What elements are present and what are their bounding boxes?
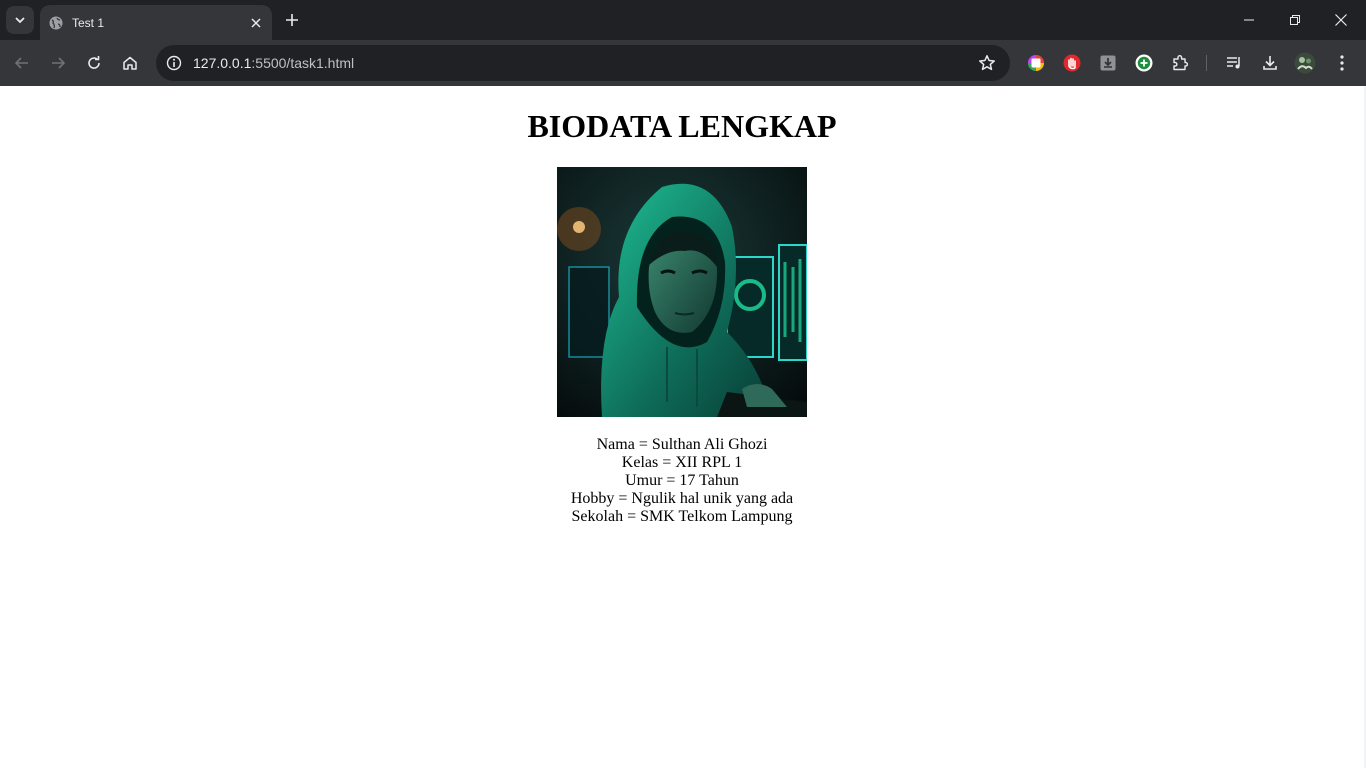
download-extension-icon <box>1100 55 1116 71</box>
browser-tab[interactable]: Test 1 <box>40 5 272 40</box>
biodata-list: Nama = Sulthan Ali Ghozi Kelas = XII RPL… <box>0 436 1364 526</box>
browser-menu-button[interactable] <box>1331 52 1353 74</box>
info-icon <box>166 55 182 71</box>
bio-kelas: Kelas = XII RPL 1 <box>621 454 743 471</box>
arrow-left-icon <box>14 57 28 69</box>
page-heading: BIODATA LENGKAP <box>527 108 837 144</box>
plus-circle-extension-icon <box>1135 54 1153 72</box>
bio-hobby: Hobby = Ngulik hal unik yang ada <box>570 490 794 507</box>
back-button[interactable] <box>7 48 37 78</box>
globe-icon <box>48 15 64 31</box>
profile-button[interactable] <box>1294 52 1316 74</box>
bio-nama: Nama = Sulthan Ali Ghozi <box>596 436 768 453</box>
home-icon <box>123 56 137 70</box>
close-window-button[interactable] <box>1318 0 1364 40</box>
site-info-button[interactable] <box>161 50 187 76</box>
minimize-button[interactable] <box>1226 0 1272 40</box>
arrow-right-icon <box>52 57 66 69</box>
tab-title: Test 1 <box>72 15 105 30</box>
download-icon <box>1263 56 1277 70</box>
plus-circle-extension-button[interactable] <box>1133 52 1155 74</box>
media-queue-icon <box>1227 57 1240 69</box>
url-host: 127.0.0.1 <box>193 55 252 71</box>
bio-umur: Umur = 17 Tahun <box>625 472 739 489</box>
close-icon <box>1335 14 1347 26</box>
minimize-icon <box>1244 19 1254 21</box>
page-content: BIODATA LENGKAP Nama = Sulthan Ali Ghozi… <box>0 86 1366 768</box>
forward-button[interactable] <box>43 48 73 78</box>
browser-toolbar: 127.0.0.1:5500/task1.html <box>0 40 1366 86</box>
stop-hand-extension-button[interactable] <box>1061 52 1083 74</box>
toolbar-separator <box>1206 55 1207 71</box>
download-extension-button[interactable] <box>1097 52 1119 74</box>
puzzle-extensions-icon <box>1173 55 1189 71</box>
reload-icon <box>88 56 100 69</box>
reload-button[interactable] <box>79 48 109 78</box>
plus-icon <box>286 14 298 26</box>
tab-search-button[interactable] <box>6 6 34 34</box>
stop-hand-extension-icon <box>1063 54 1081 72</box>
kebab-menu-icon <box>1340 55 1344 71</box>
color-picker-extension-button[interactable] <box>1025 52 1047 74</box>
url-path: :5500/task1.html <box>251 55 355 71</box>
restore-icon <box>1290 15 1300 25</box>
home-button[interactable] <box>115 48 145 78</box>
url-text[interactable]: 127.0.0.1:5500/task1.html <box>193 55 972 71</box>
bio-sekolah: Sekolah = SMK Telkom Lampung <box>571 508 793 525</box>
address-bar[interactable]: 127.0.0.1:5500/task1.html <box>156 45 1010 81</box>
color-picker-extension-icon <box>1028 55 1044 71</box>
profile-avatar-icon <box>1294 52 1316 74</box>
new-tab-button[interactable] <box>280 8 304 32</box>
star-icon <box>979 55 995 71</box>
tab-close-button[interactable] <box>246 13 266 33</box>
profile-photo <box>557 167 807 417</box>
extensions-button[interactable] <box>1169 52 1191 74</box>
chevron-down-icon <box>15 17 25 24</box>
restore-button[interactable] <box>1272 0 1318 40</box>
bookmark-button[interactable] <box>972 48 1002 78</box>
close-icon <box>251 17 261 28</box>
downloads-button[interactable] <box>1259 52 1281 74</box>
media-queue-button[interactable] <box>1223 52 1245 74</box>
browser-titlebar: Test 1 <box>0 0 1366 40</box>
